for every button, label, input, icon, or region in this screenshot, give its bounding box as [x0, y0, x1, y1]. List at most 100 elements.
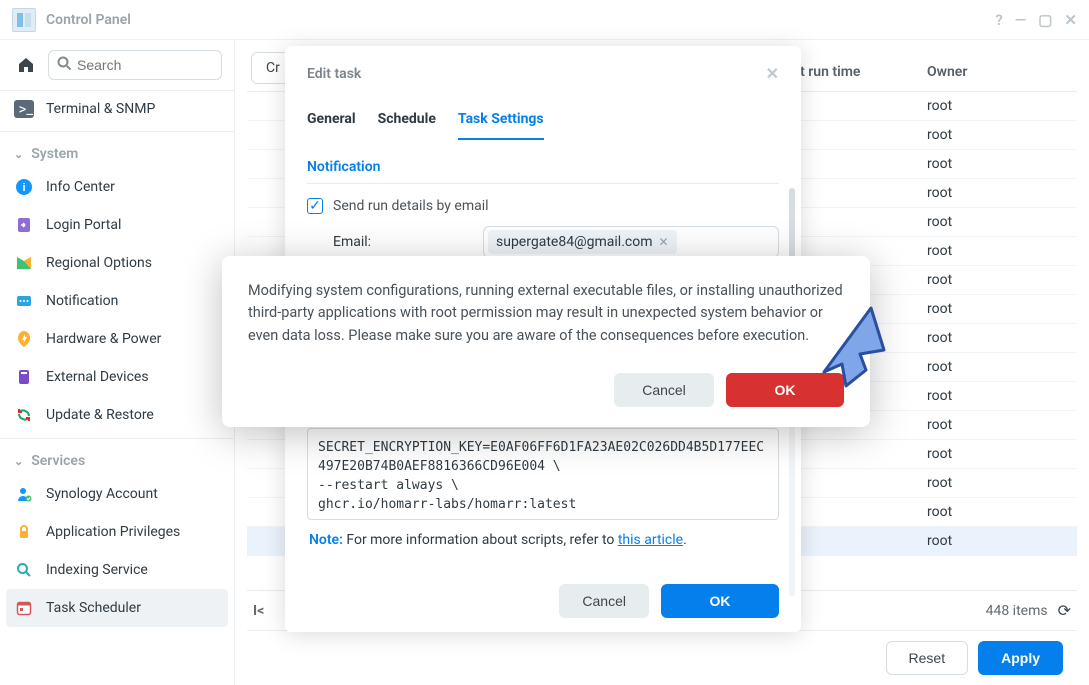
owner-cell: root [927, 446, 952, 462]
email-row: Email: supergate84@gmail.com ✕ [333, 226, 779, 258]
owner-cell: root [927, 330, 952, 346]
refresh-icon[interactable]: ⟳ [1058, 601, 1077, 620]
sidebar-item-login-portal[interactable]: Login Portal [0, 206, 234, 244]
dialog-close-icon[interactable]: ✕ [766, 64, 779, 83]
reset-button[interactable]: Reset [886, 641, 969, 675]
sidebar-item-regional-options[interactable]: Regional Options [0, 244, 234, 282]
sidebar-group-services[interactable]: ⌄ Services [0, 443, 234, 475]
regional-options-icon [14, 253, 34, 273]
update-restore-icon [14, 405, 34, 425]
email-chip-text: supergate84@gmail.com [496, 234, 652, 250]
sidebar-item-terminal-snmp[interactable]: >_ Terminal & SNMP [0, 91, 234, 127]
note-text: For more information about scripts, refe… [343, 532, 618, 548]
minimize-icon[interactable]: — [1015, 11, 1027, 29]
email-chip[interactable]: supergate84@gmail.com ✕ [488, 230, 677, 254]
sidebar-item-update-restore[interactable]: Update & Restore [0, 396, 234, 434]
window-titlebar: Control Panel ? — ▢ ✕ [0, 0, 1089, 40]
owner-cell: root [927, 504, 952, 520]
sidebar: >_ Terminal & SNMP ⌄ System i Info Cente… [0, 40, 235, 685]
sidebar-item-label: Task Scheduler [46, 600, 141, 616]
sidebar-item-notification[interactable]: Notification [0, 282, 234, 320]
search-icon [57, 56, 71, 74]
edit-cancel-button[interactable]: Cancel [559, 584, 649, 618]
confirm-message: Modifying system configurations, running… [248, 280, 844, 347]
owner-cell: root [927, 98, 952, 114]
section-notification: Notification [307, 153, 779, 184]
send-email-row[interactable]: ✓ Send run details by email [307, 198, 779, 214]
dialog-title: Edit task [307, 66, 361, 82]
sidebar-item-label: Indexing Service [46, 562, 148, 578]
divider [0, 131, 234, 132]
sidebar-item-label: Regional Options [46, 255, 152, 271]
owner-cell: root [927, 156, 952, 172]
chevron-down-icon: ⌄ [14, 455, 23, 468]
window-title: Control Panel [46, 12, 131, 28]
search-input[interactable] [77, 57, 213, 73]
owner-cell: root [927, 127, 952, 143]
home-button[interactable] [12, 51, 40, 79]
owner-cell: root [927, 272, 952, 288]
note-link[interactable]: this article [618, 532, 683, 548]
tab-schedule[interactable]: Schedule [378, 103, 436, 139]
synology-account-icon [14, 484, 34, 504]
owner-cell: root [927, 388, 952, 404]
task-scheduler-icon [14, 598, 34, 618]
chip-remove-icon[interactable]: ✕ [658, 235, 668, 249]
maximize-icon[interactable]: ▢ [1038, 11, 1052, 29]
sidebar-item-label: Notification [46, 293, 118, 309]
tab-general[interactable]: General [307, 103, 356, 139]
script-note: Note: For more information about scripts… [309, 532, 777, 548]
sidebar-item-label: Synology Account [46, 486, 158, 502]
checkbox-send-email[interactable]: ✓ [307, 198, 323, 214]
pager-first-icon[interactable]: I< [247, 603, 264, 619]
sidebar-item-label: Login Portal [46, 217, 121, 233]
confirm-cancel-button[interactable]: Cancel [614, 373, 714, 407]
sidebar-item-indexing-service[interactable]: Indexing Service [0, 551, 234, 589]
sidebar-item-hardware-power[interactable]: Hardware & Power [0, 320, 234, 358]
app-icon [12, 8, 36, 32]
sidebar-item-label: External Devices [46, 369, 149, 385]
column-next-run-time[interactable]: xt run time [793, 64, 927, 80]
items-count: 448 items [986, 603, 1048, 619]
apply-button[interactable]: Apply [978, 641, 1063, 675]
sidebar-item-synology-account[interactable]: Synology Account [0, 475, 234, 513]
sidebar-item-label: Info Center [46, 179, 115, 195]
confirm-dialog: Modifying system configurations, running… [222, 256, 870, 427]
svg-text:i: i [22, 182, 25, 194]
send-email-label: Send run details by email [333, 198, 489, 214]
help-icon[interactable]: ? [995, 11, 1002, 29]
info-icon: i [14, 177, 34, 197]
confirm-ok-button[interactable]: OK [726, 373, 844, 407]
close-window-icon[interactable]: ✕ [1064, 11, 1077, 29]
owner-cell: root [927, 185, 952, 201]
sidebar-item-label: Terminal & SNMP [46, 101, 155, 117]
create-button-label: Cr [266, 60, 280, 76]
dialog-footer: Cancel OK [285, 570, 801, 632]
owner-cell: root [927, 243, 952, 259]
sidebar-item-info-center[interactable]: i Info Center [0, 168, 234, 206]
owner-cell: root [927, 533, 952, 549]
tab-task-settings[interactable]: Task Settings [458, 103, 544, 139]
sidebar-item-label: Hardware & Power [46, 331, 161, 347]
owner-cell: root [927, 214, 952, 230]
column-owner[interactable]: Owner [927, 64, 1077, 80]
sidebar-item-external-devices[interactable]: External Devices [0, 358, 234, 396]
edit-ok-button[interactable]: OK [661, 584, 779, 618]
bottom-action-bar: Reset Apply [247, 630, 1077, 685]
owner-cell: root [927, 475, 952, 491]
hardware-power-icon [14, 329, 34, 349]
script-textarea[interactable]: SECRET_ENCRYPTION_KEY=E0AF06FF6D1FA23AE0… [307, 428, 779, 520]
owner-cell: root [927, 359, 952, 375]
sidebar-item-application-privileges[interactable]: Application Privileges [0, 513, 234, 551]
sidebar-group-label: System [31, 146, 78, 162]
application-privileges-icon [14, 522, 34, 542]
sidebar-group-label: Services [31, 453, 85, 469]
divider [0, 438, 234, 439]
sidebar-item-task-scheduler[interactable]: Task Scheduler [6, 589, 228, 627]
email-input[interactable]: supergate84@gmail.com ✕ [483, 226, 779, 258]
search-box[interactable] [48, 50, 222, 80]
email-label: Email: [333, 234, 483, 250]
owner-cell: root [927, 417, 952, 433]
external-devices-icon [14, 367, 34, 387]
sidebar-group-system[interactable]: ⌄ System [0, 136, 234, 168]
